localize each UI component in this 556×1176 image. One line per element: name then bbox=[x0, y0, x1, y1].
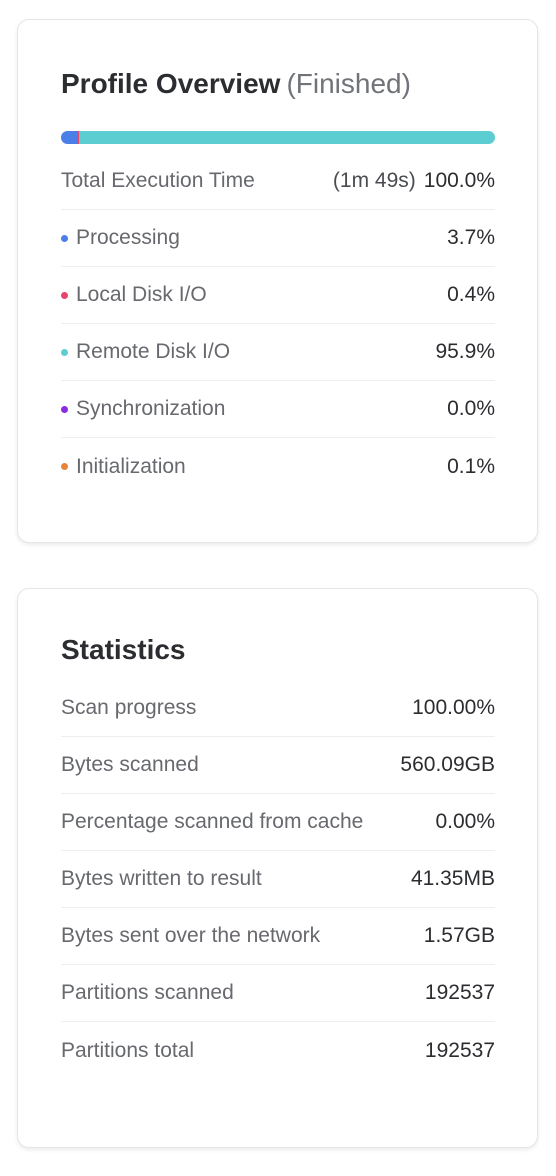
bar-segment-processing bbox=[61, 131, 78, 144]
processing-dot-icon bbox=[61, 234, 68, 242]
profile-rows: Total Execution Time (1m 49s) 100.0% Proc… bbox=[61, 153, 495, 495]
bytes-written-label: Bytes written to result bbox=[61, 867, 262, 890]
synchronization-row: Synchronization 0.0% bbox=[61, 381, 495, 438]
execution-time-bar bbox=[61, 131, 495, 144]
profile-overview-title: Profile Overview (Finished) bbox=[61, 70, 411, 98]
cache-percentage-value: 0.00% bbox=[435, 810, 495, 833]
remote-disk-io-label: Remote Disk I/O bbox=[76, 340, 231, 363]
bytes-sent-network-row: Bytes sent over the network 1.57GB bbox=[61, 908, 495, 965]
partitions-scanned-label: Partitions scanned bbox=[61, 981, 234, 1004]
initialization-label: Initialization bbox=[76, 454, 186, 478]
statistics-rows: Scan progress 100.00% Bytes scanned 560.… bbox=[61, 680, 495, 1079]
local-disk-io-value: 0.4% bbox=[447, 283, 495, 306]
synchronization-label: Synchronization bbox=[76, 397, 226, 420]
partitions-total-row: Partitions total 192537 bbox=[61, 1022, 495, 1079]
scan-progress-value: 100.00% bbox=[412, 696, 495, 719]
remote-disk-io-dot-icon bbox=[61, 348, 68, 356]
total-execution-percent: 100.0% bbox=[423, 169, 495, 192]
processing-row: Processing 3.7% bbox=[61, 210, 495, 267]
bytes-scanned-value: 560.09GB bbox=[400, 753, 495, 776]
cache-percentage-label: Percentage scanned from cache bbox=[61, 810, 364, 833]
bytes-scanned-label: Bytes scanned bbox=[61, 753, 199, 776]
partitions-scanned-value: 192537 bbox=[424, 981, 495, 1004]
bytes-sent-network-label: Bytes sent over the network bbox=[61, 924, 321, 947]
profile-status: (Finished) bbox=[286, 68, 411, 99]
bytes-sent-network-value: 1.57GB bbox=[423, 924, 495, 947]
total-execution-time-label: Total Execution Time bbox=[61, 169, 255, 192]
local-disk-io-row: Local Disk I/O 0.4% bbox=[61, 267, 495, 324]
remote-disk-io-value: 95.9% bbox=[435, 340, 495, 363]
total-execution-duration: (1m 49s) bbox=[332, 169, 416, 192]
bytes-written-row: Bytes written to result 41.35MB bbox=[61, 851, 495, 908]
statistics-card: Statistics Scan progress 100.00% Bytes s… bbox=[17, 588, 538, 1148]
partitions-total-label: Partitions total bbox=[61, 1038, 195, 1062]
remote-disk-io-row: Remote Disk I/O 95.9% bbox=[61, 324, 495, 381]
cache-percentage-row: Percentage scanned from cache 0.00% bbox=[61, 794, 495, 851]
bar-segment-remote-disk-io bbox=[78, 131, 495, 144]
profile-overview-card: Profile Overview (Finished) Total Executi… bbox=[17, 19, 538, 543]
initialization-dot-icon bbox=[61, 463, 68, 470]
total-execution-time-value: (1m 49s) 100.0% bbox=[333, 169, 495, 193]
synchronization-dot-icon bbox=[61, 405, 68, 413]
bytes-scanned-row: Bytes scanned 560.09GB bbox=[61, 737, 495, 794]
local-disk-io-label: Local Disk I/O bbox=[76, 283, 207, 306]
processing-value: 3.7% bbox=[447, 226, 495, 249]
scan-progress-label: Scan progress bbox=[61, 696, 197, 719]
total-execution-time-row: Total Execution Time (1m 49s) 100.0% bbox=[61, 153, 495, 210]
statistics-title: Statistics bbox=[61, 634, 186, 665]
partitions-total-value: 192537 bbox=[424, 1038, 495, 1062]
scan-progress-row: Scan progress 100.00% bbox=[61, 680, 495, 737]
processing-label: Processing bbox=[76, 226, 180, 249]
bytes-written-value: 41.35MB bbox=[410, 867, 495, 890]
local-disk-io-dot-icon bbox=[61, 291, 68, 299]
initialization-value: 0.1% bbox=[447, 454, 495, 478]
initialization-row: Initialization 0.1% bbox=[61, 438, 495, 495]
partitions-scanned-row: Partitions scanned 192537 bbox=[61, 965, 495, 1022]
profile-title-text: Profile Overview bbox=[61, 68, 281, 99]
synchronization-value: 0.0% bbox=[447, 397, 495, 420]
